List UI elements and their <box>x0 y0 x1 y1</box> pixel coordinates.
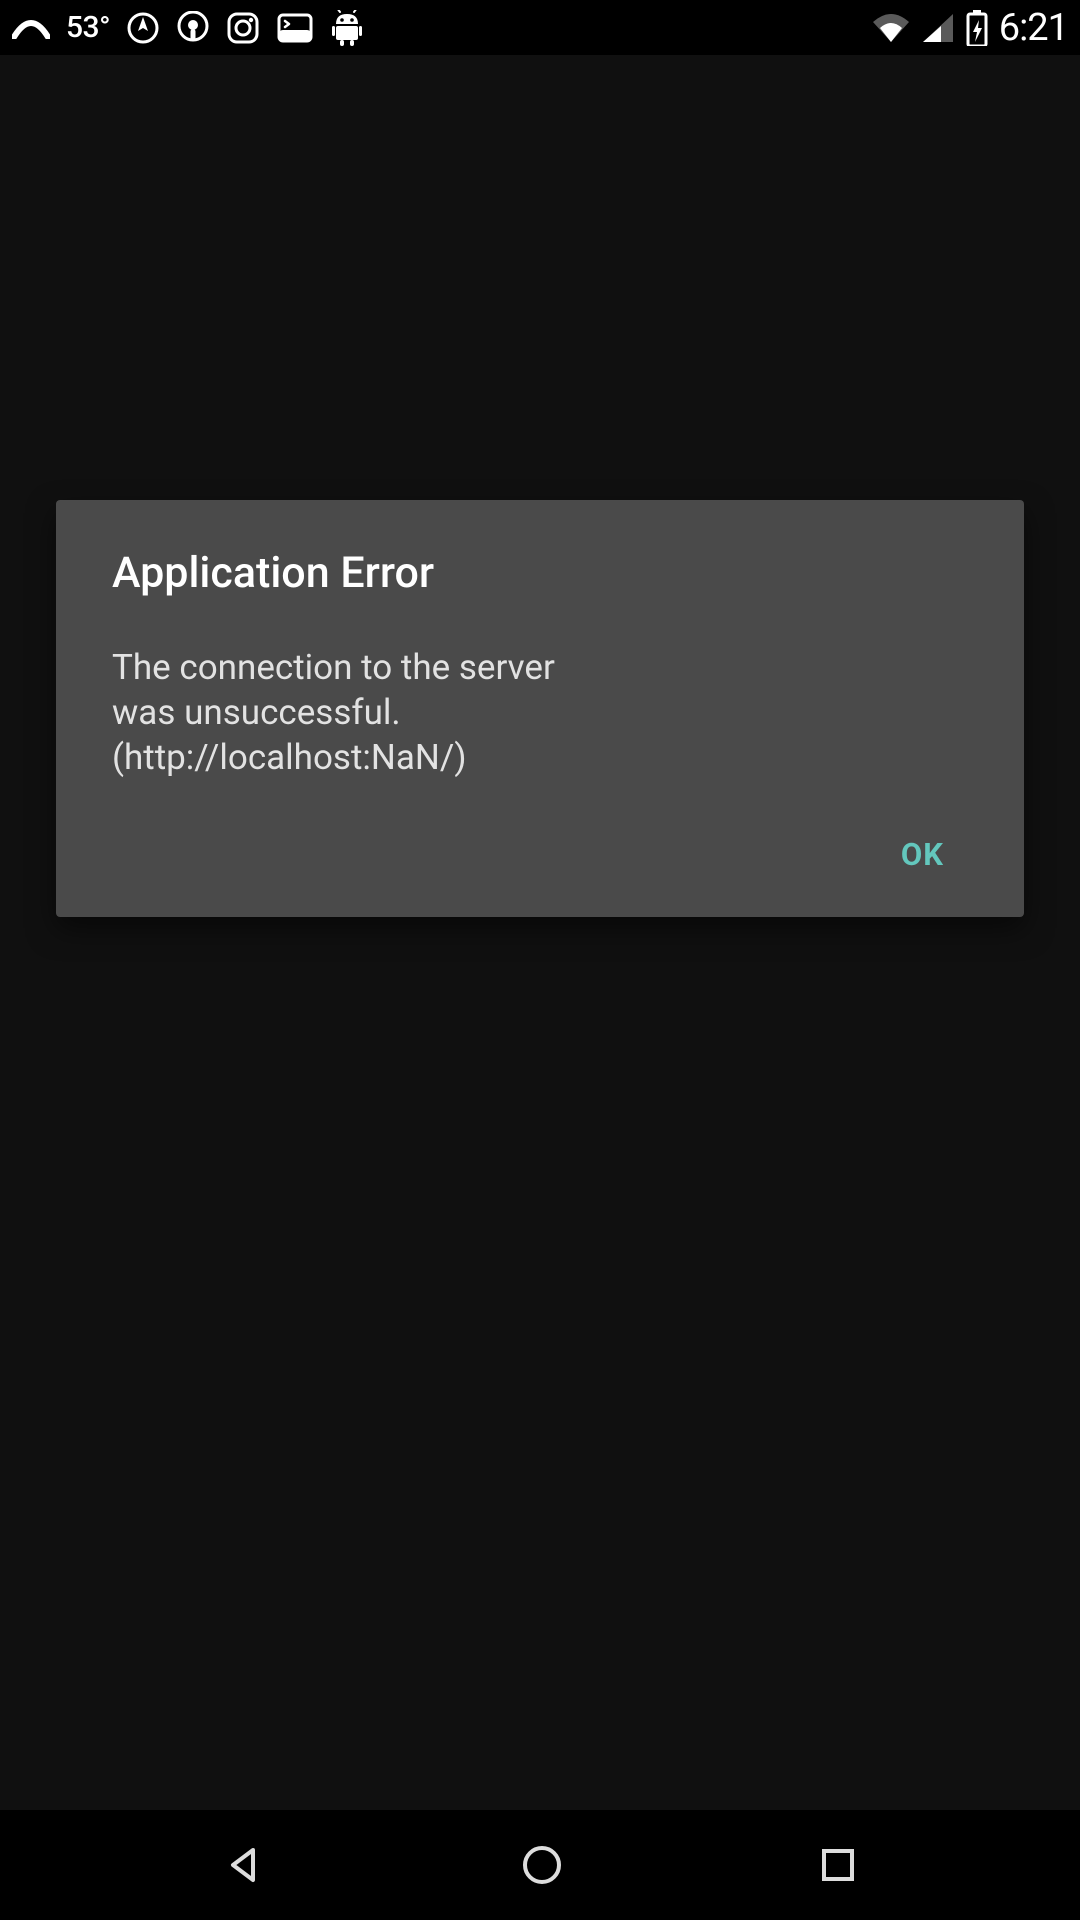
dialog-title: Application Error <box>112 548 968 598</box>
status-bar-right: 6:21 <box>871 6 1068 50</box>
recent-apps-button[interactable] <box>819 1846 857 1884</box>
temperature-text: 53° <box>66 10 110 45</box>
wifi-icon <box>871 12 911 44</box>
battery-charging-icon <box>965 10 989 46</box>
status-bar: 53° <box>0 0 1080 55</box>
back-button[interactable] <box>223 1844 265 1886</box>
navigation-bar <box>0 1810 1080 1920</box>
cellular-icon <box>921 12 955 44</box>
location-icon <box>126 11 160 45</box>
terminal-icon <box>276 12 314 44</box>
ok-button[interactable]: OK <box>877 820 968 889</box>
home-button[interactable] <box>520 1843 564 1887</box>
app-content-area <box>0 55 1080 1810</box>
instagram-icon <box>226 11 260 45</box>
cloud-icon <box>12 17 50 39</box>
podcast-icon <box>176 11 210 45</box>
android-icon <box>330 10 364 46</box>
dialog-actions: OK <box>112 820 968 889</box>
status-bar-left: 53° <box>12 10 364 46</box>
error-dialog: Application Error The connection to the … <box>56 500 1024 917</box>
clock-text: 6:21 <box>999 6 1068 50</box>
dialog-message: The connection to the server was unsucce… <box>112 646 602 780</box>
